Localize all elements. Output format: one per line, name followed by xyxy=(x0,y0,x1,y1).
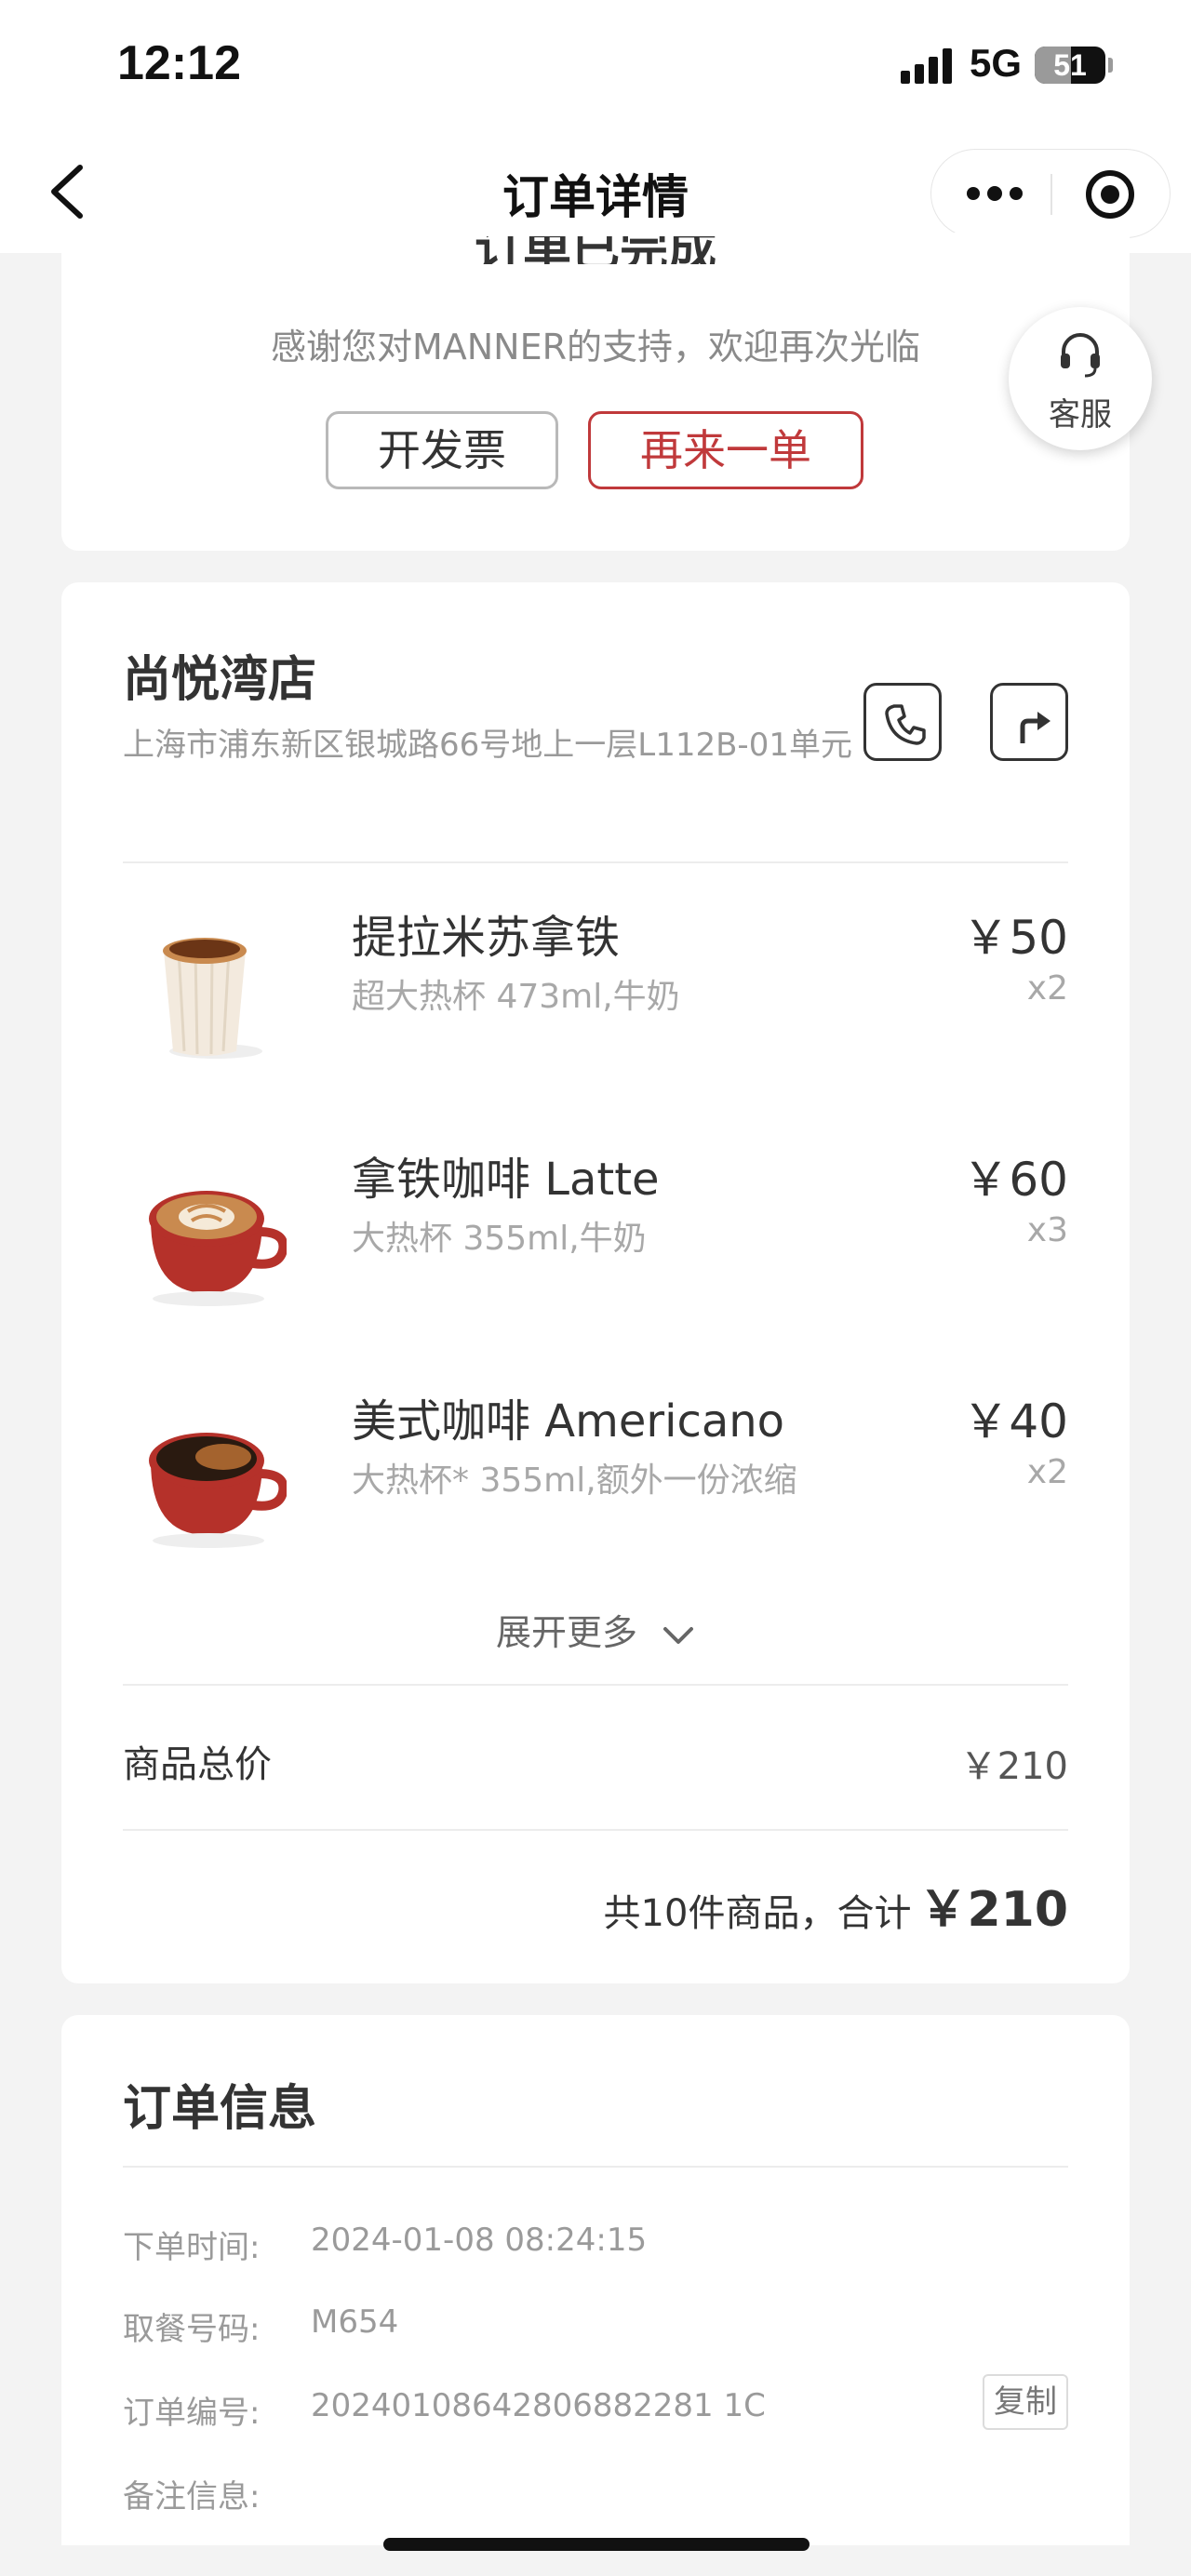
order-status-card: 订单已完成 感谢您对MANNER的支持，欢迎再次光临 开发票 再来一单 xyxy=(61,233,1130,551)
capsule-divider xyxy=(1050,174,1052,215)
product-spec: 大热杯* 355ml,额外一份浓缩 xyxy=(352,1462,797,1500)
thanks-message: 感谢您对MANNER的支持，欢迎再次光临 xyxy=(270,327,921,367)
store-address: 上海市浦东新区银城路66号地上一层L112B-01单元 xyxy=(123,727,852,764)
product-item[interactable]: 提拉米苏拿铁 超大热杯 473ml,牛奶 ￥50 x2 xyxy=(61,901,1130,1087)
nav-bar: 订单详情 xyxy=(0,140,1191,244)
order-number-label: 订单编号: xyxy=(123,2395,261,2432)
store-name: 尚悦湾店 xyxy=(123,652,317,708)
summary-amount: ￥210 xyxy=(918,1882,1068,1938)
headset-icon xyxy=(1061,333,1100,378)
mini-program-capsule xyxy=(930,149,1171,238)
total-divider xyxy=(123,1829,1068,1831)
customer-service-button[interactable]: 客服 xyxy=(1009,307,1152,450)
pickup-number-row: 取餐号码: M654 xyxy=(123,2303,1068,2359)
order-number-value: 20240108642806882281 1C xyxy=(311,2387,766,2424)
order-info-card: 订单信息 下单时间: 2024-01-08 08:24:15 取餐号码: M65… xyxy=(61,2015,1130,2545)
order-time-label: 下单时间: xyxy=(123,2229,261,2266)
goods-total-row: 商品总价 ￥210 xyxy=(123,1734,1068,1790)
product-item[interactable]: 美式咖啡 Americano 大热杯* 355ml,额外一份浓缩 ￥40 x2 xyxy=(61,1384,1130,1570)
more-icon[interactable] xyxy=(967,186,1023,201)
home-indicator[interactable] xyxy=(383,2538,810,2551)
product-quantity: x2 xyxy=(1026,1453,1068,1491)
battery-level: 51 xyxy=(1053,48,1087,82)
remark-row: 备注信息: xyxy=(123,2471,1068,2527)
order-summary: 共10件商品，合计 ￥210 xyxy=(604,1870,1068,1940)
close-mini-program-icon[interactable] xyxy=(1086,170,1134,219)
store-card: 尚悦湾店 上海市浦东新区银城路66号地上一层L112B-01单元 提拉米苏拿铁 … xyxy=(61,582,1130,1983)
goods-total-label: 商品总价 xyxy=(123,1743,272,1786)
pickup-number-label: 取餐号码: xyxy=(123,2311,261,2348)
expand-more-button[interactable]: 展开更多 xyxy=(61,1604,1130,1655)
product-spec: 超大热杯 473ml,牛奶 xyxy=(352,978,680,1016)
customer-service-label: 客服 xyxy=(1049,396,1112,434)
status-bar: 12:12 5G 51 xyxy=(0,0,1191,130)
order-info-title: 订单信息 xyxy=(123,2081,317,2137)
navigate-store-button[interactable] xyxy=(990,683,1068,761)
product-image xyxy=(163,938,262,1059)
order-number-row: 订单编号: 20240108642806882281 1C 复制 xyxy=(123,2374,1068,2443)
battery-tip xyxy=(1108,58,1113,73)
product-spec: 大热杯 355ml,牛奶 xyxy=(352,1220,647,1258)
expand-more-label: 展开更多 xyxy=(495,1612,637,1653)
product-image xyxy=(149,1433,287,1548)
phone-icon xyxy=(885,704,926,745)
product-quantity: x2 xyxy=(1026,969,1068,1008)
product-price: ￥60 xyxy=(962,1153,1068,1207)
order-time-value: 2024-01-08 08:24:15 xyxy=(311,2222,648,2259)
signal-icon xyxy=(901,48,957,84)
pickup-number-value: M654 xyxy=(311,2303,399,2341)
order-info-divider xyxy=(123,2166,1068,2168)
product-price: ￥50 xyxy=(962,911,1068,965)
call-store-button[interactable] xyxy=(863,683,942,761)
remark-label: 备注信息: xyxy=(123,2478,261,2516)
items-divider xyxy=(123,1684,1068,1686)
status-time: 12:12 xyxy=(117,36,241,90)
invoice-button[interactable]: 开发票 xyxy=(326,411,558,489)
order-status-title: 订单已完成 xyxy=(474,236,716,264)
reorder-button[interactable]: 再来一单 xyxy=(588,411,863,489)
product-item[interactable]: 拿铁咖啡 Latte 大热杯 355ml,牛奶 ￥60 x3 xyxy=(61,1142,1130,1328)
product-image xyxy=(149,1191,287,1306)
product-quantity: x3 xyxy=(1026,1211,1068,1249)
summary-text: 共10件商品，合计 xyxy=(603,1892,912,1935)
order-time-row: 下单时间: 2024-01-08 08:24:15 xyxy=(123,2222,1068,2277)
product-name: 提拉米苏拿铁 xyxy=(352,912,621,964)
store-divider xyxy=(123,861,1068,863)
copy-order-number-button[interactable]: 复制 xyxy=(983,2374,1068,2430)
product-price: ￥40 xyxy=(962,1395,1068,1448)
network-label: 5G xyxy=(970,41,1023,85)
product-name: 美式咖啡 Americano xyxy=(352,1395,785,1448)
battery-icon: 51 xyxy=(1035,47,1105,84)
goods-total-value: ￥210 xyxy=(959,1745,1068,1788)
product-name: 拿铁咖啡 Latte xyxy=(352,1154,660,1206)
chevron-down-icon xyxy=(663,1626,694,1644)
navigation-icon xyxy=(1020,712,1050,743)
